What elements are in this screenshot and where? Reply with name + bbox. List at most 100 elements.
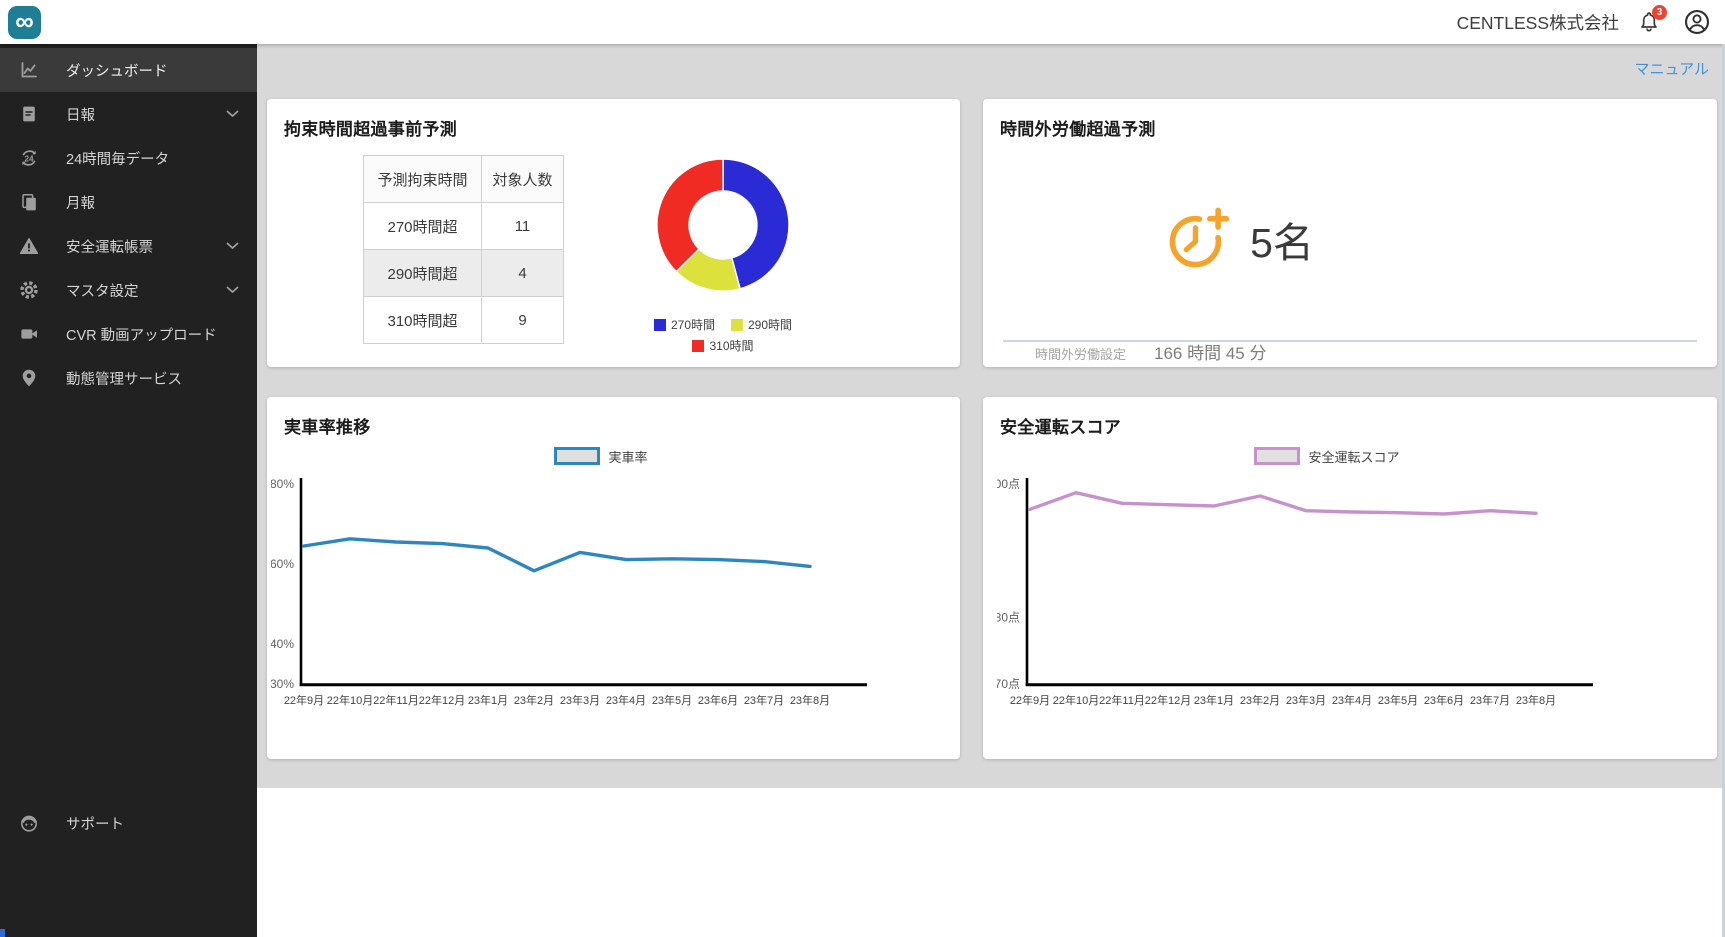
sidebar-item-dashboard[interactable]: ダッシュボード <box>0 48 257 92</box>
legend-label: 安全運転スコア <box>1308 447 1399 466</box>
document-icon <box>19 104 39 124</box>
table-cell: 11 <box>482 203 564 250</box>
legend-swatch <box>554 447 600 465</box>
svg-text:22年12月: 22年12月 <box>1145 693 1191 707</box>
sidebar-item-master-settings[interactable]: マスタ設定 <box>0 268 257 312</box>
svg-text:24: 24 <box>24 154 34 163</box>
clock-24-icon: 24 <box>19 148 39 168</box>
chevron-down-icon <box>226 242 239 250</box>
pages-icon <box>19 192 39 212</box>
svg-text:80%: 80% <box>271 477 294 491</box>
topbar: ∞ CENTLESS株式会社 3 <box>0 0 1725 44</box>
manual-link[interactable]: マニュアル <box>1634 58 1709 79</box>
sidebar-item-label: ダッシュボード <box>66 60 168 81</box>
sidebar-item-safe-driving-forms[interactable]: 安全運転帳票 <box>0 224 257 268</box>
svg-text:100点: 100点 <box>997 477 1020 491</box>
line-chart-icon <box>19 60 39 80</box>
legend-swatch <box>1254 447 1300 465</box>
legend-swatch <box>692 340 704 352</box>
sidebar-nav: ダッシュボード 日報 24 24時間毎データ 月報 安全運転帳票 マスタ設定 CV… <box>0 48 257 400</box>
sidebar-item-daily-report[interactable]: 日報 <box>0 92 257 136</box>
table-header: 対象人数 <box>482 156 564 203</box>
chevron-down-icon <box>226 286 239 294</box>
account-icon[interactable] <box>1683 8 1711 36</box>
svg-text:23年2月: 23年2月 <box>1240 693 1280 707</box>
svg-text:23年4月: 23年4月 <box>606 693 646 707</box>
svg-text:23年3月: 23年3月 <box>560 693 600 707</box>
card-title: 拘束時間超過事前予測 <box>267 99 960 140</box>
svg-text:23年6月: 23年6月 <box>1424 693 1464 707</box>
svg-text:23年8月: 23年8月 <box>790 693 830 707</box>
safety-score-line-chart: 100点80点70点22年9月22年10月22年11月22年12月23年1月23… <box>997 466 1657 718</box>
support-face-icon <box>19 813 39 833</box>
svg-text:23年7月: 23年7月 <box>744 693 784 707</box>
svg-text:23年2月: 23年2月 <box>514 693 554 707</box>
svg-text:22年11月: 22年11月 <box>1099 693 1145 707</box>
svg-text:60%: 60% <box>271 557 294 571</box>
video-camera-icon <box>19 324 39 344</box>
notification-badge: 3 <box>1652 5 1667 20</box>
sidebar-item-label: 24時間毎データ <box>66 148 169 169</box>
svg-text:23年8月: 23年8月 <box>1516 693 1556 707</box>
chart-legend: 安全運転スコア <box>997 446 1657 466</box>
table-header-row: 予測拘束時間対象人数 <box>364 156 564 203</box>
sidebar-item-label: 日報 <box>66 104 95 125</box>
vehicle-rate-line-chart: 80%60%40%30%22年9月22年10月22年11月22年12月23年1月… <box>271 466 931 718</box>
app-logo[interactable]: ∞ <box>8 6 41 39</box>
overtime-setting-label: 時間外労働設定 <box>1035 344 1126 363</box>
table-cell: 290時間超 <box>364 250 482 297</box>
card-restraint-prediction: 拘束時間超過事前予測 予測拘束時間対象人数270時間超11290時間超4310時… <box>267 99 960 367</box>
card-vehicle-rate: 実車率推移 実車率 80% 60% 40% 30% 22年9月22年10月22年11月 2… <box>267 397 960 759</box>
gear-icon <box>19 280 39 300</box>
sidebar-item-per-24h-data[interactable]: 24 24時間毎データ <box>0 136 257 180</box>
sidebar-item-label: マスタ設定 <box>66 280 139 301</box>
legend-item: 310時間 <box>692 337 753 354</box>
legend-label: 実車率 <box>608 447 647 466</box>
svg-text:23年6月: 23年6月 <box>698 693 738 707</box>
company-name: CENTLESS株式会社 <box>1457 10 1619 35</box>
chevron-down-icon <box>226 110 239 118</box>
svg-text:22年9月: 22年9月 <box>284 693 324 707</box>
table-cell: 9 <box>482 297 564 344</box>
svg-text:23年1月: 23年1月 <box>1194 693 1234 707</box>
location-pin-icon <box>19 368 39 388</box>
svg-text:23年1月: 23年1月 <box>468 693 508 707</box>
overtime-setting-value: 166 時間 45 分 <box>1154 339 1266 364</box>
card-title: 時間外労働超過予測 <box>983 99 1717 140</box>
legend-swatch <box>654 319 666 331</box>
warning-triangle-icon <box>19 236 39 256</box>
infinity-logo-icon: ∞ <box>15 8 34 34</box>
svg-text:22年9月: 22年9月 <box>1010 693 1050 707</box>
svg-text:23年5月: 23年5月 <box>652 693 692 707</box>
svg-text:23年5月: 23年5月 <box>1378 693 1418 707</box>
sidebar-item-support[interactable]: サポート <box>0 801 257 845</box>
legend-item: 290時間 <box>731 316 792 333</box>
table-header: 予測拘束時間 <box>364 156 482 203</box>
sidebar-item-fleet-tracking-service[interactable]: 動態管理サービス <box>0 356 257 400</box>
svg-text:30%: 30% <box>271 677 294 691</box>
svg-text:23年4月: 23年4月 <box>1332 693 1372 707</box>
svg-text:70点: 70点 <box>997 677 1020 691</box>
table-row: 310時間超9 <box>364 297 564 344</box>
overtime-count: 5名 <box>1250 209 1314 269</box>
sidebar-item-monthly-report[interactable]: 月報 <box>0 180 257 224</box>
donut-legend: 270時間290時間310時間 <box>637 316 809 354</box>
corner-artifact <box>0 929 5 937</box>
sidebar-item-label: サポート <box>66 813 124 834</box>
sidebar-item-cvr-video-upload[interactable]: CVR 動画アップロード <box>0 312 257 356</box>
svg-text:22年11月: 22年11月 <box>373 693 419 707</box>
svg-text:22年10月: 22年10月 <box>327 693 373 707</box>
donut-chart <box>637 149 809 307</box>
svg-text:23年3月: 23年3月 <box>1286 693 1326 707</box>
notifications-button[interactable]: 3 <box>1637 9 1661 35</box>
card-overtime-prediction: 時間外労働超過予測 5名 時間外労働設定 166 時間 45 分 <box>983 99 1717 367</box>
svg-text:23年7月: 23年7月 <box>1470 693 1510 707</box>
table-row: 270時間超11 <box>364 203 564 250</box>
restraint-table: 予測拘束時間対象人数270時間超11290時間超4310時間超9 <box>363 155 564 344</box>
sidebar: ダッシュボード 日報 24 24時間毎データ 月報 安全運転帳票 マスタ設定 CV… <box>0 0 257 937</box>
svg-text:22年10月: 22年10月 <box>1053 693 1099 707</box>
card-title: 実車率推移 <box>267 397 960 438</box>
svg-text:40%: 40% <box>271 637 294 651</box>
main-content: マニュアル 拘束時間超過事前予測 予測拘束時間対象人数270時間超11290時間… <box>257 44 1725 788</box>
card-safety-score: 安全運転スコア 安全運転スコア 100点80点70点22年9月22年10月22年… <box>983 397 1717 759</box>
